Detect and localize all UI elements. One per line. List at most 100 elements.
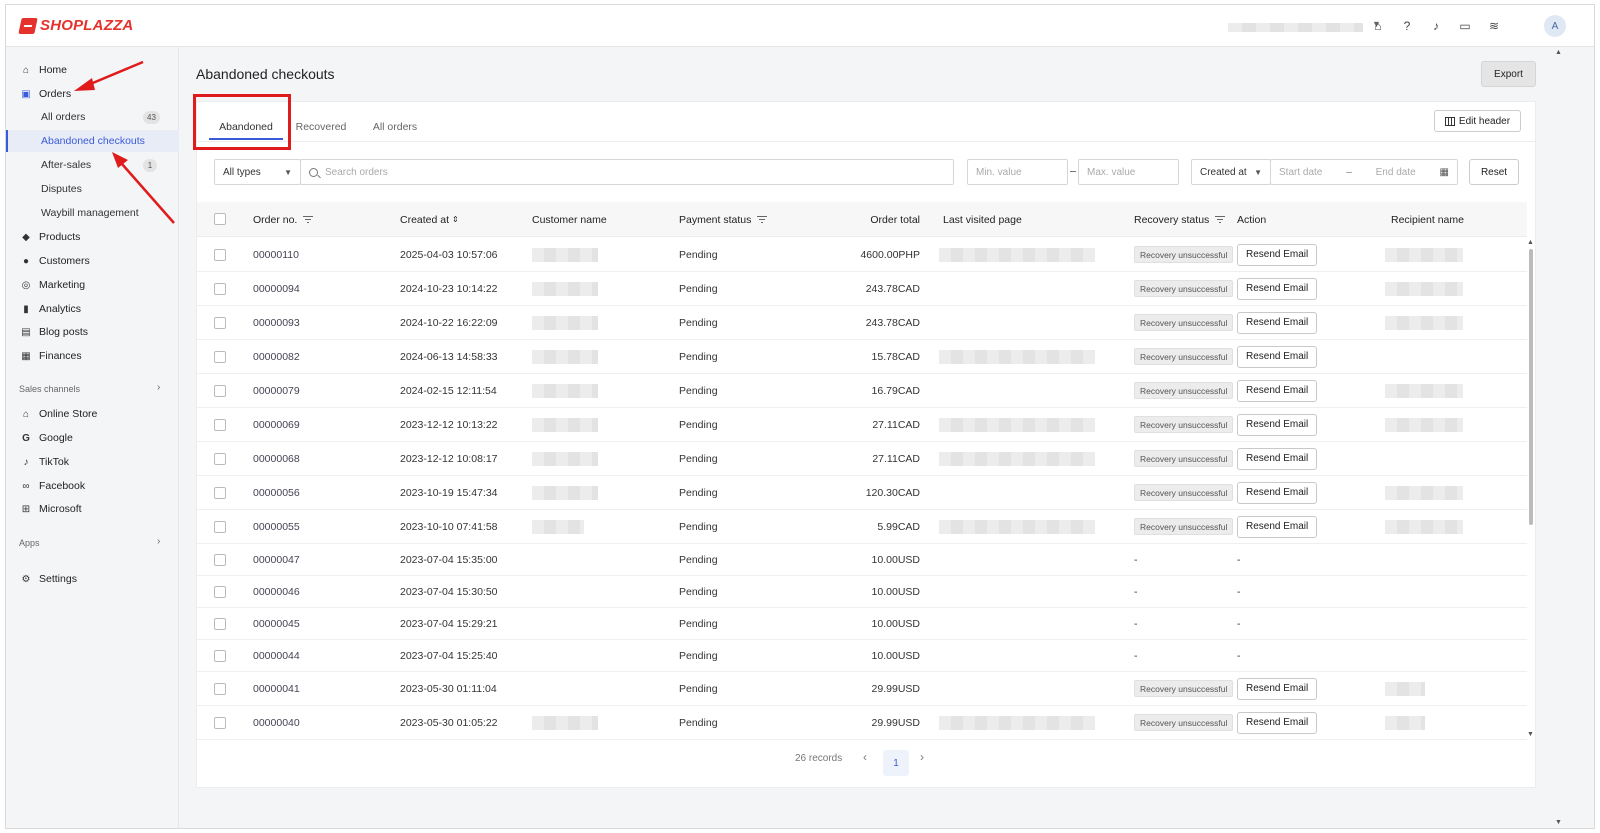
sidebar-item-marketing[interactable]: ◎ Marketing bbox=[6, 274, 179, 296]
export-button[interactable]: Export bbox=[1481, 61, 1536, 87]
resend-email-button[interactable]: Resend Email bbox=[1237, 447, 1318, 470]
order-no-link[interactable]: 00000046 bbox=[253, 576, 300, 607]
order-no-link[interactable]: 00000040 bbox=[253, 706, 300, 739]
table-row[interactable]: 00000045 2023-07-04 15:29:21 Pending 10.00U… bbox=[197, 608, 1527, 640]
table-row[interactable]: 00000093 2024-10-22 16:22:09 Pending 243.78… bbox=[197, 306, 1527, 340]
header-payment-status[interactable]: Payment status bbox=[679, 202, 768, 237]
sidebar-item-products[interactable]: ◆ Products bbox=[6, 226, 179, 248]
date-field-select[interactable]: Created at ▼ bbox=[1191, 159, 1271, 185]
table-row[interactable]: 00000046 2023-07-04 15:30:50 Pending 10.00U… bbox=[197, 576, 1527, 608]
help-icon[interactable]: ? bbox=[1397, 16, 1417, 36]
date-range-input[interactable]: Start date – End date ▦ bbox=[1270, 159, 1458, 185]
sidebar-subitem-all-orders[interactable]: All orders 43 bbox=[6, 106, 179, 128]
resend-email-button[interactable]: Resend Email bbox=[1237, 677, 1318, 700]
edit-header-button[interactable]: Edit header bbox=[1434, 110, 1521, 132]
resend-email-button[interactable]: Resend Email bbox=[1237, 413, 1318, 436]
sidebar-item-finances[interactable]: ▦ Finances bbox=[6, 345, 179, 367]
resend-email-button[interactable]: Resend Email bbox=[1237, 345, 1318, 368]
table-row[interactable]: 00000082 2024-06-13 14:58:33 Pending 15.78C… bbox=[197, 340, 1527, 374]
scroll-down-icon[interactable]: ▼ bbox=[1555, 819, 1562, 826]
resend-email-button[interactable]: Resend Email bbox=[1237, 515, 1318, 538]
row-checkbox[interactable] bbox=[214, 283, 226, 295]
row-checkbox[interactable] bbox=[214, 351, 226, 363]
shoplazza-logo[interactable]: SHOPLAZZA bbox=[18, 17, 133, 34]
scroll-thumb[interactable] bbox=[1529, 249, 1533, 525]
min-value-input[interactable]: Min. value bbox=[967, 159, 1068, 185]
sidebar-item-microsoft[interactable]: ⊞ Microsoft bbox=[6, 498, 179, 520]
row-checkbox[interactable] bbox=[214, 453, 226, 465]
row-checkbox[interactable] bbox=[214, 385, 226, 397]
resend-email-button[interactable]: Resend Email bbox=[1237, 481, 1318, 504]
row-checkbox[interactable] bbox=[214, 521, 226, 533]
resend-email-button[interactable]: Resend Email bbox=[1237, 379, 1318, 402]
sidebar-subitem-after-sales[interactable]: After-sales 1 bbox=[6, 154, 179, 176]
sidebar-item-settings[interactable]: ⚙ Settings bbox=[6, 568, 179, 590]
order-no-link[interactable]: 00000068 bbox=[253, 442, 300, 475]
order-no-link[interactable]: 00000110 bbox=[253, 238, 299, 271]
header-created-at[interactable]: Created at ⇕ bbox=[400, 202, 459, 237]
order-no-link[interactable]: 00000082 bbox=[253, 340, 300, 373]
row-checkbox[interactable] bbox=[214, 650, 226, 662]
resend-email-button[interactable]: Resend Email bbox=[1237, 243, 1318, 266]
chevron-right-icon[interactable]: › bbox=[157, 382, 160, 393]
table-row[interactable]: 00000040 2023-05-30 01:05:22 Pending 29.99U… bbox=[197, 706, 1527, 740]
table-row[interactable]: 00000044 2023-07-04 15:25:40 Pending 10.00U… bbox=[197, 640, 1527, 672]
page-number-current[interactable]: 1 bbox=[883, 750, 909, 776]
sidebar-item-orders[interactable]: ▣ Orders bbox=[6, 83, 179, 105]
table-row[interactable]: 00000079 2024-02-15 12:11:54 Pending 16.79C… bbox=[197, 374, 1527, 408]
table-row[interactable]: 00000047 2023-07-04 15:35:00 Pending 10.00U… bbox=[197, 544, 1527, 576]
next-page-icon[interactable]: › bbox=[920, 750, 924, 764]
order-no-link[interactable]: 00000045 bbox=[253, 608, 300, 639]
row-checkbox[interactable] bbox=[214, 717, 226, 729]
row-checkbox[interactable] bbox=[214, 586, 226, 598]
bell-icon[interactable]: ♪ bbox=[1426, 16, 1446, 36]
order-no-link[interactable]: 00000056 bbox=[253, 476, 300, 509]
table-row[interactable]: 00000055 2023-10-10 07:41:58 Pending 5.99CA… bbox=[197, 510, 1527, 544]
reset-button[interactable]: Reset bbox=[1469, 159, 1519, 185]
tab-all-orders[interactable]: All orders bbox=[367, 116, 423, 138]
sidebar-subitem-disputes[interactable]: Disputes bbox=[6, 178, 179, 200]
row-checkbox[interactable] bbox=[214, 554, 226, 566]
filter-icon[interactable] bbox=[303, 216, 314, 224]
select-all-checkbox[interactable] bbox=[214, 213, 226, 225]
tab-recovered[interactable]: Recovered bbox=[289, 116, 353, 138]
table-row[interactable]: 00000094 2024-10-23 10:14:22 Pending 243.78… bbox=[197, 272, 1527, 306]
sidebar-item-google[interactable]: G Google bbox=[6, 427, 179, 449]
page-scrollbar[interactable]: ▲ ▼ bbox=[1554, 47, 1564, 828]
table-row[interactable]: 00000110 2025-04-03 10:57:06 Pending 4600.0… bbox=[197, 238, 1527, 272]
order-no-link[interactable]: 00000094 bbox=[253, 272, 300, 305]
sort-icon[interactable]: ⇕ bbox=[452, 215, 459, 224]
table-row[interactable]: 00000068 2023-12-12 10:08:17 Pending 27.11C… bbox=[197, 442, 1527, 476]
table-row[interactable]: 00000069 2023-12-12 10:13:22 Pending 27.11C… bbox=[197, 408, 1527, 442]
row-checkbox[interactable] bbox=[214, 419, 226, 431]
search-input[interactable]: Search orders bbox=[300, 159, 954, 185]
resend-email-button[interactable]: Resend Email bbox=[1237, 311, 1318, 334]
store-selector[interactable] bbox=[1228, 23, 1363, 32]
row-checkbox[interactable] bbox=[214, 618, 226, 630]
header-recovery-status[interactable]: Recovery status bbox=[1134, 202, 1226, 237]
sidebar-item-facebook[interactable]: ∞ Facebook bbox=[6, 475, 179, 497]
resend-email-button[interactable]: Resend Email bbox=[1237, 711, 1318, 734]
filter-icon[interactable] bbox=[1215, 216, 1226, 224]
table-row[interactable]: 00000056 2023-10-19 15:47:34 Pending 120.30… bbox=[197, 476, 1527, 510]
sidebar-item-tiktok[interactable]: ♪ TikTok bbox=[6, 451, 179, 473]
order-no-link[interactable]: 00000055 bbox=[253, 510, 300, 543]
sidebar-subitem-waybill[interactable]: Waybill management bbox=[6, 202, 179, 224]
order-no-link[interactable]: 00000044 bbox=[253, 640, 300, 671]
table-row[interactable]: 00000041 2023-05-30 01:11:04 Pending 29.99U… bbox=[197, 672, 1527, 706]
table-scrollbar[interactable]: ▲ ▼ bbox=[1527, 239, 1535, 739]
order-no-link[interactable]: 00000069 bbox=[253, 408, 300, 441]
filter-icon[interactable] bbox=[757, 216, 768, 224]
sidebar-item-online-store[interactable]: ⌂ Online Store bbox=[6, 403, 179, 425]
row-checkbox[interactable] bbox=[214, 487, 226, 499]
order-no-link[interactable]: 00000047 bbox=[253, 544, 300, 575]
header-order-no[interactable]: Order no. bbox=[253, 202, 314, 237]
sidebar-subitem-abandoned-checkouts[interactable]: Abandoned checkouts bbox=[6, 130, 179, 152]
scroll-down-icon[interactable]: ▼ bbox=[1527, 731, 1534, 738]
wifi-icon[interactable]: ≋ bbox=[1484, 16, 1504, 36]
sidebar-item-customers[interactable]: ● Customers bbox=[6, 250, 179, 272]
max-value-input[interactable]: Max. value bbox=[1078, 159, 1179, 185]
resend-email-button[interactable]: Resend Email bbox=[1237, 277, 1318, 300]
store-icon[interactable]: ⌂ bbox=[1368, 16, 1388, 36]
sidebar-item-home[interactable]: ⌂ Home bbox=[6, 59, 179, 81]
